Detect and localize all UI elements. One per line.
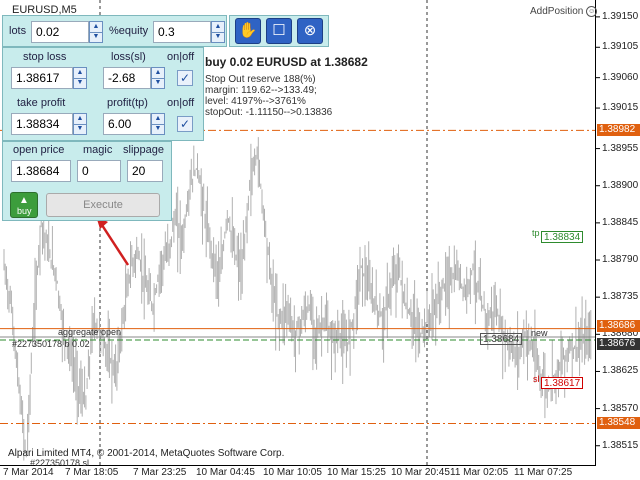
y-tick-label: 1.38570 xyxy=(602,402,639,414)
loss-sl-stepper[interactable]: ▲ ▼ xyxy=(151,67,165,89)
lots-panel: lots 0.02 ▲ ▼ %equity 0.3 ▲ ▼ xyxy=(2,15,227,47)
order-headline: buy 0.02 EURUSD at 1.38682 xyxy=(205,55,368,69)
x-tick-label: 10 Mar 20:45 xyxy=(391,467,450,478)
execute-button[interactable]: Execute xyxy=(46,193,160,217)
equity-input[interactable]: 0.3 xyxy=(153,21,211,43)
take-profit-stepper[interactable]: ▲ ▼ xyxy=(73,113,87,135)
toolbar-panel: ✋ ☐ ⊗ xyxy=(229,15,329,47)
equity-stepper[interactable]: ▲ ▼ xyxy=(211,21,225,43)
take-profit-input[interactable]: 1.38834 xyxy=(11,113,73,135)
spin-down-icon[interactable]: ▼ xyxy=(212,32,224,42)
slippage-input[interactable]: 20 xyxy=(127,160,163,182)
y-tick-label: 1.38955 xyxy=(602,142,639,154)
lots-label: lots xyxy=(9,25,27,37)
y-tick-label: 1.38790 xyxy=(602,254,639,265)
loss-sl-label: loss(sl) xyxy=(111,51,146,63)
y-tick-label: 1.38735 xyxy=(602,291,639,303)
tp-onoff-checkbox[interactable]: ✓ xyxy=(177,116,193,132)
y-tick-label: 1.38515 xyxy=(602,439,639,451)
level-info: level: 4197%-->3761% xyxy=(205,96,306,107)
onoff-label: on|off xyxy=(167,97,195,109)
magic-label: magic xyxy=(83,144,113,156)
pointer-arrow xyxy=(98,221,130,266)
profit-tp-stepper[interactable]: ▲ ▼ xyxy=(151,113,165,135)
open-price-input[interactable]: 1.38684 xyxy=(11,160,71,182)
close-icon[interactable]: ⊗ xyxy=(297,18,323,44)
sl-order-label: #227350178 sl xyxy=(30,458,90,468)
stop-loss-input[interactable]: 1.38617 xyxy=(11,67,73,89)
x-tick-label: 7 Mar 2014 xyxy=(3,467,54,478)
x-tick-label: 11 Mar 07:25 xyxy=(514,467,573,478)
slippage-label: slippage xyxy=(123,144,164,156)
open-value-tag[interactable]: 1.38684 xyxy=(480,333,523,345)
onoff-label: on|off xyxy=(167,51,195,63)
arrow-up-icon: ▲ xyxy=(19,195,29,206)
aggregate-open-label: aggregate open xyxy=(58,327,122,337)
stop-loss-label: stop loss xyxy=(23,51,67,63)
sltp-panel: stop loss loss(sl) on|off 1.38617 ▲ ▼ -2.… xyxy=(2,47,204,141)
spin-down-icon[interactable]: ▼ xyxy=(74,124,86,134)
spin-down-icon[interactable]: ▼ xyxy=(74,78,86,88)
new-tag: new xyxy=(531,328,548,338)
x-tick-label: 11 Mar 02:05 xyxy=(450,467,509,478)
price-tag: 1.38548 xyxy=(597,417,640,430)
y-tick-label: 1.38900 xyxy=(602,179,639,191)
addposition-label[interactable]: AddPosition ☺ xyxy=(530,6,598,18)
buy-button[interactable]: ▲ buy xyxy=(10,192,38,218)
profit-tp-input[interactable]: 6.00 xyxy=(103,113,151,135)
stopout-reserve: Stop Out reserve 188(%) xyxy=(205,74,316,85)
x-tick-label: 10 Mar 10:05 xyxy=(263,467,322,478)
loss-sl-input[interactable]: -2.68 xyxy=(103,67,151,89)
copyright-text: Alpari Limited MT4, © 2001-2014, MetaQuo… xyxy=(8,448,285,459)
profit-tp-label: profit(tp) xyxy=(107,97,148,109)
open-price-label: open price xyxy=(13,144,65,156)
buy-label: buy xyxy=(17,206,32,216)
sl-value-tag[interactable]: 1.38617 xyxy=(541,377,584,389)
y-tick-label: 1.39060 xyxy=(602,71,639,83)
price-tag: 1.38676 xyxy=(597,338,640,350)
spin-down-icon[interactable]: ▼ xyxy=(152,78,164,88)
hand-icon[interactable]: ✋ xyxy=(235,18,261,44)
lots-stepper[interactable]: ▲ ▼ xyxy=(89,21,103,43)
y-tick-label: 1.39015 xyxy=(602,102,639,114)
equity-label: %equity xyxy=(109,25,149,37)
spin-down-icon[interactable]: ▼ xyxy=(90,32,102,42)
y-tick-label: 1.38845 xyxy=(602,216,639,228)
sl-onoff-checkbox[interactable]: ✓ xyxy=(177,70,193,86)
take-profit-label: take profit xyxy=(17,97,66,109)
x-tick-label: 7 Mar 23:25 xyxy=(133,467,187,478)
x-tick-label: 7 Mar 18:05 xyxy=(65,467,119,478)
y-tick-label: 1.38625 xyxy=(602,365,639,377)
x-tick-label: 10 Mar 15:25 xyxy=(327,467,386,478)
sl-tag: sl xyxy=(533,374,540,384)
y-tick-label: 1.39150 xyxy=(602,10,639,22)
lots-input[interactable]: 0.02 xyxy=(31,21,89,43)
spin-down-icon[interactable]: ▼ xyxy=(152,124,164,134)
x-tick-label: 10 Mar 04:45 xyxy=(196,467,255,478)
stopout-info: stopOut: -1.11150-->0.13836 xyxy=(205,107,333,118)
price-tag: 1.38982 xyxy=(597,124,640,137)
addposition-text: AddPosition xyxy=(530,6,584,18)
stop-loss-stepper[interactable]: ▲ ▼ xyxy=(73,67,87,89)
tp-value-tag[interactable]: 1.38834 xyxy=(541,231,584,243)
tp-tag: tp xyxy=(532,228,540,238)
price-tag: 1.38686 xyxy=(597,320,640,333)
smiley-icon[interactable]: ☺ xyxy=(586,6,598,17)
margin-info: margin: 119.62-->133.49; xyxy=(205,85,317,96)
y-tick-label: 1.39105 xyxy=(602,41,639,53)
square-icon[interactable]: ☐ xyxy=(266,18,292,44)
magic-input[interactable]: 0 xyxy=(77,160,121,182)
order-line-label: #227350178 b 0.02 xyxy=(12,339,90,349)
